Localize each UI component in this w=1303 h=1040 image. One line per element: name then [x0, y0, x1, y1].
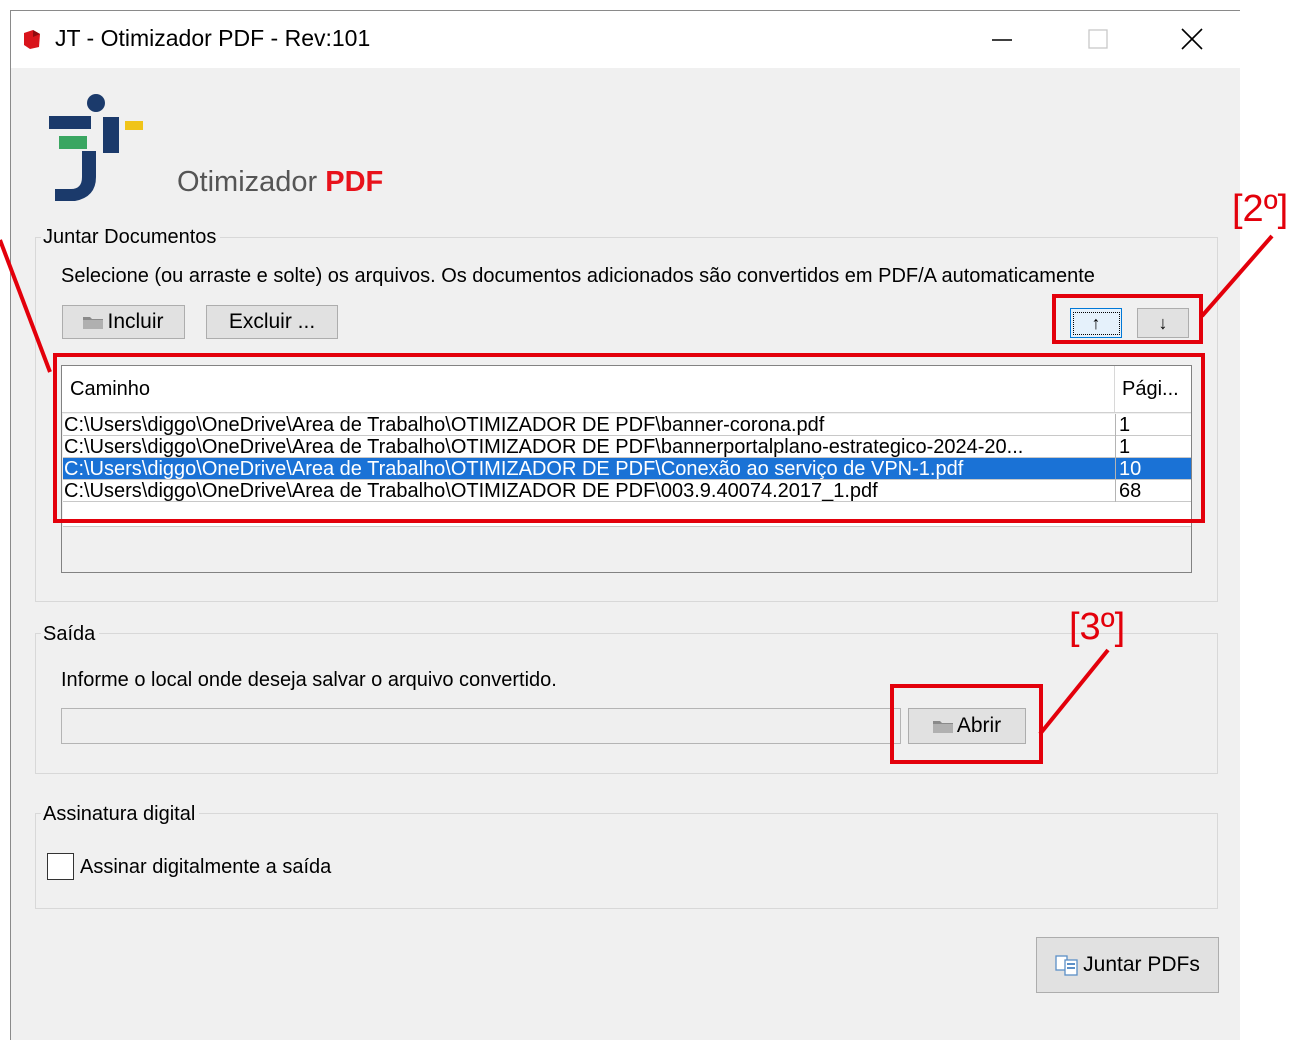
annotation-line-1 [0, 239, 52, 373]
annotation-line-3 [1038, 648, 1110, 736]
annotation-lines [0, 234, 1274, 736]
annotation-line-2 [1200, 234, 1274, 318]
